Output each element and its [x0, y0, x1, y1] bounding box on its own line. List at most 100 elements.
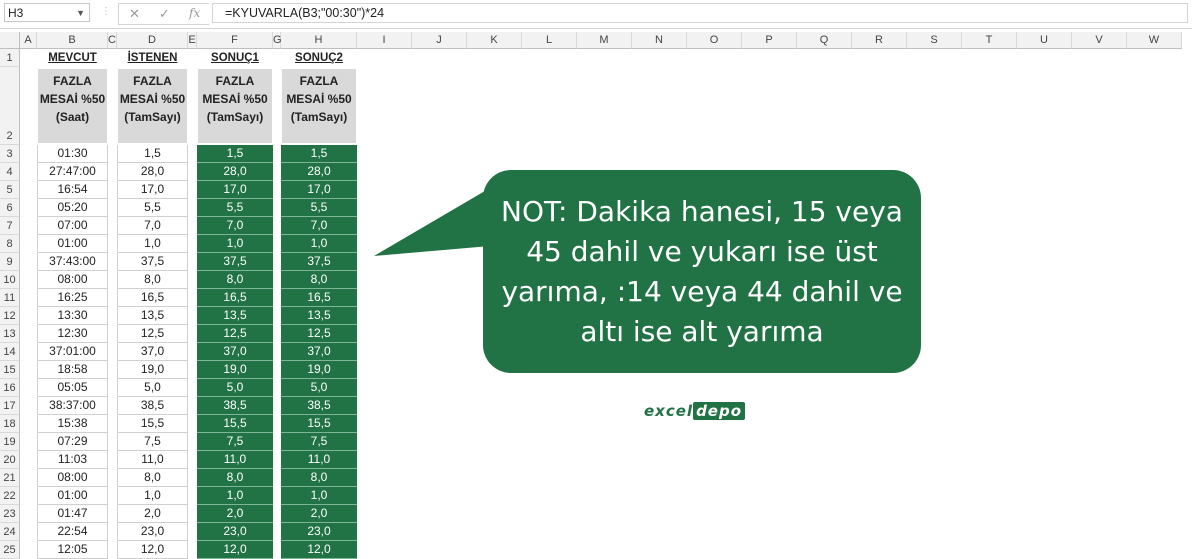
row-header-6[interactable]: 6: [0, 199, 20, 217]
cell-h23[interactable]: 2,0: [281, 505, 357, 523]
cell-f23[interactable]: 2,0: [197, 505, 273, 523]
header-label-f[interactable]: FAZLA MESAİ %50 (TamSayı): [198, 69, 272, 143]
row-header-15[interactable]: 15: [0, 361, 20, 379]
cell-f20[interactable]: 11,0: [197, 451, 273, 469]
row-header-16[interactable]: 16: [0, 379, 20, 397]
cell-d24[interactable]: 23,0: [117, 523, 188, 541]
header-label-h[interactable]: FAZLA MESAİ %50 (TamSayı): [282, 69, 356, 143]
row-header-14[interactable]: 14: [0, 343, 20, 361]
cell-f4[interactable]: 28,0: [197, 163, 273, 181]
column-header-o[interactable]: O: [687, 32, 742, 49]
cell-f13[interactable]: 12,5: [197, 325, 273, 343]
cell-h10[interactable]: 8,0: [281, 271, 357, 289]
column-header-j[interactable]: J: [412, 32, 467, 49]
header-label-d[interactable]: FAZLA MESAİ %50 (TamSayı): [118, 69, 187, 143]
cell-d19[interactable]: 7,5: [117, 433, 188, 451]
column-header-p[interactable]: P: [742, 32, 797, 49]
cell-d5[interactable]: 17,0: [117, 181, 188, 199]
cell-d11[interactable]: 16,5: [117, 289, 188, 307]
cell-b21[interactable]: 08:00: [37, 469, 108, 487]
cell-b9[interactable]: 37:43:00: [37, 253, 108, 271]
row-header-12[interactable]: 12: [0, 307, 20, 325]
cell-f7[interactable]: 7,0: [197, 217, 273, 235]
cell-b7[interactable]: 07:00: [37, 217, 108, 235]
cell-f9[interactable]: 37,5: [197, 253, 273, 271]
cell-h20[interactable]: 11,0: [281, 451, 357, 469]
header-title-b[interactable]: MEVCUT: [37, 49, 108, 67]
row-header-18[interactable]: 18: [0, 415, 20, 433]
cell-b24[interactable]: 22:54: [37, 523, 108, 541]
cancel-icon[interactable]: ✕: [129, 6, 140, 22]
header-title-h[interactable]: SONUÇ2: [281, 49, 357, 67]
cell-b15[interactable]: 18:58: [37, 361, 108, 379]
cell-h12[interactable]: 13,5: [281, 307, 357, 325]
row-header-19[interactable]: 19: [0, 433, 20, 451]
header-title-f[interactable]: SONUÇ1: [197, 49, 273, 67]
header-label-b[interactable]: FAZLA MESAİ %50 (Saat): [38, 69, 107, 143]
cell-f14[interactable]: 37,0: [197, 343, 273, 361]
row-header-4[interactable]: 4: [0, 163, 20, 181]
row-header-21[interactable]: 21: [0, 469, 20, 487]
cell-h19[interactable]: 7,5: [281, 433, 357, 451]
cell-b11[interactable]: 16:25: [37, 289, 108, 307]
column-header-r[interactable]: R: [852, 32, 907, 49]
cell-f15[interactable]: 19,0: [197, 361, 273, 379]
cell-h3[interactable]: 1,5: [281, 145, 357, 163]
column-header-b[interactable]: B: [37, 32, 108, 49]
cell-h13[interactable]: 12,5: [281, 325, 357, 343]
cell-b8[interactable]: 01:00: [37, 235, 108, 253]
cell-b5[interactable]: 16:54: [37, 181, 108, 199]
column-header-i[interactable]: I: [357, 32, 412, 49]
row-header-23[interactable]: 23: [0, 505, 20, 523]
cell-d10[interactable]: 8,0: [117, 271, 188, 289]
cell-b23[interactable]: 01:47: [37, 505, 108, 523]
column-header-t[interactable]: T: [962, 32, 1017, 49]
column-header-w[interactable]: W: [1127, 32, 1182, 49]
row-header-24[interactable]: 24: [0, 523, 20, 541]
cell-f11[interactable]: 16,5: [197, 289, 273, 307]
row-header-20[interactable]: 20: [0, 451, 20, 469]
column-header-c[interactable]: C: [108, 32, 117, 49]
cell-h21[interactable]: 8,0: [281, 469, 357, 487]
chevron-down-icon[interactable]: ▼: [76, 4, 85, 23]
cell-b14[interactable]: 37:01:00: [37, 343, 108, 361]
cell-h9[interactable]: 37,5: [281, 253, 357, 271]
cell-f8[interactable]: 1,0: [197, 235, 273, 253]
row-header-11[interactable]: 11: [0, 289, 20, 307]
cell-h16[interactable]: 5,0: [281, 379, 357, 397]
row-header-2[interactable]: 2: [0, 67, 20, 145]
cell-d4[interactable]: 28,0: [117, 163, 188, 181]
cell-f17[interactable]: 38,5: [197, 397, 273, 415]
row-header-5[interactable]: 5: [0, 181, 20, 199]
cell-d3[interactable]: 1,5: [117, 145, 188, 163]
cell-b16[interactable]: 05:05: [37, 379, 108, 397]
cell-d7[interactable]: 7,0: [117, 217, 188, 235]
column-header-g[interactable]: G: [273, 32, 282, 49]
row-header-9[interactable]: 9: [0, 253, 20, 271]
drag-handle-icon[interactable]: ⋮: [101, 6, 111, 17]
row-header-7[interactable]: 7: [0, 217, 20, 235]
fx-icon[interactable]: fx: [189, 6, 200, 20]
cell-b20[interactable]: 11:03: [37, 451, 108, 469]
cell-d22[interactable]: 1,0: [117, 487, 188, 505]
cell-h18[interactable]: 15,5: [281, 415, 357, 433]
header-title-d[interactable]: İSTENEN: [117, 49, 188, 67]
column-header-h[interactable]: H: [281, 32, 357, 49]
row-header-13[interactable]: 13: [0, 325, 20, 343]
cell-h15[interactable]: 19,0: [281, 361, 357, 379]
cell-f16[interactable]: 5,0: [197, 379, 273, 397]
row-header-8[interactable]: 8: [0, 235, 20, 253]
cell-f22[interactable]: 1,0: [197, 487, 273, 505]
name-box[interactable]: H3 ▼: [4, 3, 90, 22]
cell-d18[interactable]: 15,5: [117, 415, 188, 433]
column-header-m[interactable]: M: [577, 32, 632, 49]
row-header-22[interactable]: 22: [0, 487, 20, 505]
cell-f21[interactable]: 8,0: [197, 469, 273, 487]
cell-b4[interactable]: 27:47:00: [37, 163, 108, 181]
cell-d17[interactable]: 38,5: [117, 397, 188, 415]
column-header-u[interactable]: U: [1017, 32, 1072, 49]
cell-b13[interactable]: 12:30: [37, 325, 108, 343]
cell-d14[interactable]: 37,0: [117, 343, 188, 361]
cell-f6[interactable]: 5,5: [197, 199, 273, 217]
cell-f5[interactable]: 17,0: [197, 181, 273, 199]
